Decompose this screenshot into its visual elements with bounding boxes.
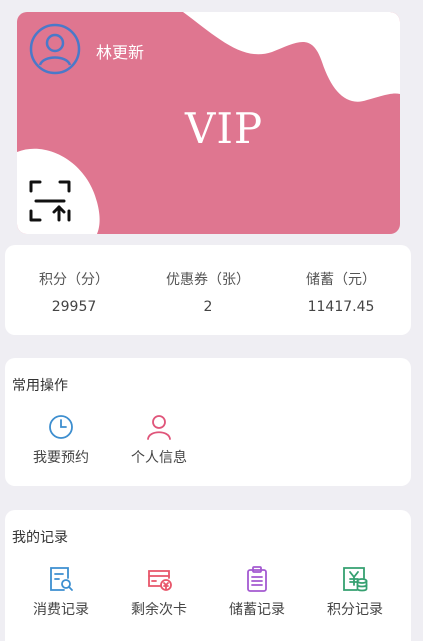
points-record-label: 积分记录 xyxy=(327,602,383,618)
stats-panel: 积分（分） 29957 优惠券（张） 2 储蓄（元） 11417.45 xyxy=(5,245,411,335)
card-coin-icon xyxy=(146,566,172,592)
vip-badge: VIP xyxy=(185,104,264,153)
my-records-panel: 我的记录 消费记录 剩余次卡 储蓄记录 积分记录 xyxy=(5,510,411,641)
savings-label: 储蓄（元） xyxy=(306,272,376,288)
booking-button[interactable]: 我要预约 xyxy=(11,414,111,467)
scan-upload-icon[interactable] xyxy=(28,179,72,223)
consumption-record-button[interactable]: 消费记录 xyxy=(11,566,111,619)
points-stat[interactable]: 积分（分） 29957 xyxy=(9,269,139,315)
vip-card[interactable]: 林更新 VIP xyxy=(17,12,400,234)
remaining-card-label: 剩余次卡 xyxy=(131,602,187,618)
points-value: 29957 xyxy=(51,299,97,315)
savings-stat[interactable]: 储蓄（元） 11417.45 xyxy=(276,269,406,315)
savings-record-button[interactable]: 储蓄记录 xyxy=(207,566,307,619)
savings-value: 11417.45 xyxy=(307,299,375,315)
user-name: 林更新 xyxy=(96,43,145,62)
coupons-value: 2 xyxy=(203,299,213,315)
receipt-search-icon xyxy=(48,566,74,592)
booking-label: 我要预约 xyxy=(33,450,89,466)
common-ops-panel: 常用操作 我要预约 个人信息 xyxy=(5,358,411,486)
remaining-card-button[interactable]: 剩余次卡 xyxy=(109,566,209,619)
savings-record-label: 储蓄记录 xyxy=(229,602,285,618)
clipboard-icon xyxy=(244,566,270,592)
points-label: 积分（分） xyxy=(39,272,109,288)
coupons-stat[interactable]: 优惠券（张） 2 xyxy=(143,269,273,315)
person-icon xyxy=(146,414,172,440)
user-icon[interactable] xyxy=(29,23,81,75)
yen-coins-icon xyxy=(342,566,368,592)
consumption-record-label: 消费记录 xyxy=(33,602,89,618)
common-ops-title: 常用操作 xyxy=(12,378,68,394)
my-records-title: 我的记录 xyxy=(12,530,68,546)
profile-button[interactable]: 个人信息 xyxy=(109,414,209,467)
points-record-button[interactable]: 积分记录 xyxy=(305,566,405,619)
coupons-label: 优惠券（张） xyxy=(166,272,250,288)
profile-label: 个人信息 xyxy=(131,450,187,466)
clock-icon xyxy=(48,414,74,440)
